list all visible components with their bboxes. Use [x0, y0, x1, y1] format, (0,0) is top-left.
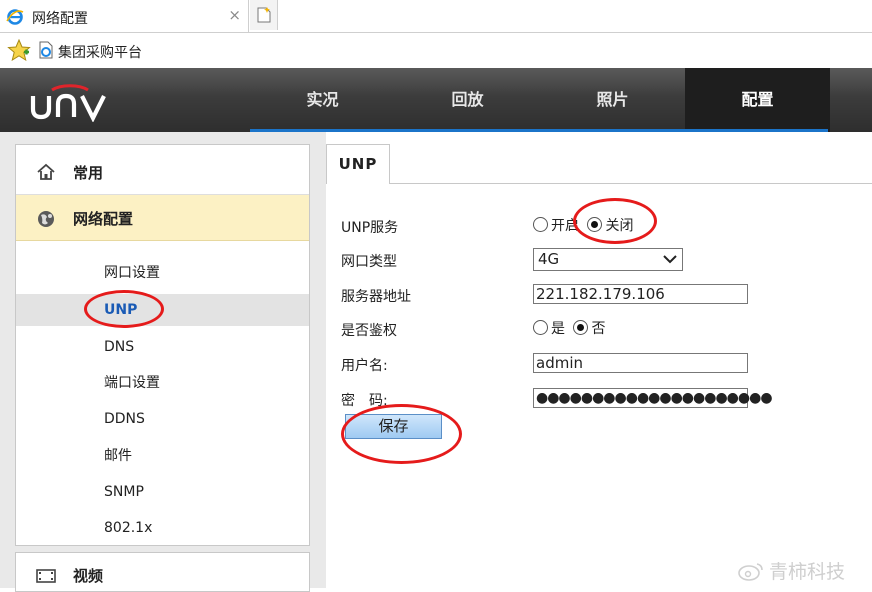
new-tab-button[interactable] — [250, 0, 278, 30]
nav-underline — [250, 129, 828, 132]
nav-config[interactable]: 配置 — [685, 68, 830, 132]
browser-tab[interactable]: 网络配置 × — [0, 0, 249, 33]
username-label: 用户名: — [341, 358, 388, 374]
sidebar: 常用 网络配置 网口设置 UNP DNS 端口设置 DDNS 邮件 SNMP 8… — [15, 144, 310, 546]
auth-radio-group: 是 否 — [533, 318, 609, 338]
sidebar-section-label: 常用 — [73, 164, 104, 182]
server-address-label: 服务器地址 — [341, 289, 411, 305]
nav-playback[interactable]: 回放 — [395, 68, 540, 132]
tab-divider — [389, 183, 872, 184]
auth-label: 是否鉴权 — [341, 323, 397, 339]
weibo-icon — [738, 563, 763, 581]
sidebar-section-common[interactable]: 常用 — [16, 149, 309, 195]
unp-on-radio[interactable] — [533, 217, 548, 232]
port-type-select[interactable]: 4G — [533, 248, 683, 271]
password-label: 密 码: — [341, 393, 388, 409]
unp-off-radio[interactable] — [587, 217, 603, 232]
auth-yes-label: 是 — [551, 321, 565, 337]
sidebar-item-port-config[interactable]: 端口设置 — [16, 367, 309, 399]
password-input[interactable]: ●●●●●●●●●●●●●●●●●●●●● — [533, 388, 773, 408]
favorites-star-icon[interactable] — [7, 39, 31, 61]
unv-logo — [30, 84, 106, 122]
chevron-down-icon — [663, 255, 677, 264]
sidebar-item-snmp[interactable]: SNMP — [16, 476, 309, 508]
sidebar-section-label: 视频 — [73, 567, 104, 585]
save-button[interactable]: 保存 — [345, 414, 442, 439]
unp-on-label: 开启 — [551, 218, 579, 234]
watermark-text: 青柿科技 — [769, 561, 846, 583]
favorites-bar: 集团采购平台 — [0, 33, 872, 68]
auth-no-label: 否 — [591, 321, 606, 337]
page-icon — [39, 41, 53, 59]
video-icon — [36, 569, 56, 583]
browser-tab-title: 网络配置 — [32, 11, 88, 27]
auth-no-radio[interactable] — [573, 320, 589, 335]
auth-yes-radio[interactable] — [533, 320, 548, 335]
new-tab-icon — [257, 7, 271, 23]
unp-off-label: 关闭 — [605, 218, 634, 234]
sidebar-item-dns[interactable]: DNS — [16, 331, 309, 363]
unp-service-radio-group: 开启 关闭 — [533, 215, 637, 235]
watermark: 青柿科技 — [737, 557, 845, 584]
favorite-link[interactable]: 集团采购平台 — [58, 42, 142, 62]
close-tab-icon[interactable]: × — [228, 6, 241, 24]
browser-tab-bar: 网络配置 × — [0, 0, 872, 33]
sidebar-item-port-settings[interactable]: 网口设置 — [16, 257, 309, 289]
tab-unp[interactable]: UNP — [326, 144, 390, 184]
sidebar-item-ddns[interactable]: DDNS — [16, 403, 309, 435]
sidebar-section-network[interactable]: 网络配置 — [16, 195, 309, 241]
ie-browser-icon — [6, 9, 24, 25]
port-type-value: 4G — [538, 250, 560, 268]
nav-live[interactable]: 实况 — [250, 68, 395, 132]
home-icon — [37, 163, 55, 180]
sidebar-section-label: 网络配置 — [73, 210, 134, 228]
nav-photo[interactable]: 照片 — [540, 68, 685, 132]
sidebar-item-unp[interactable]: UNP — [16, 294, 309, 326]
sidebar-item-8021x[interactable]: 802.1x — [16, 512, 309, 544]
username-input[interactable]: admin — [533, 353, 748, 373]
unp-service-label: UNP服务 — [341, 220, 399, 236]
server-address-input[interactable]: 221.182.179.106 — [533, 284, 748, 304]
network-globe-icon — [38, 211, 54, 227]
sidebar-section-video[interactable]: 视频 — [15, 552, 310, 592]
port-type-label: 网口类型 — [341, 254, 397, 270]
sidebar-item-email[interactable]: 邮件 — [16, 440, 309, 472]
